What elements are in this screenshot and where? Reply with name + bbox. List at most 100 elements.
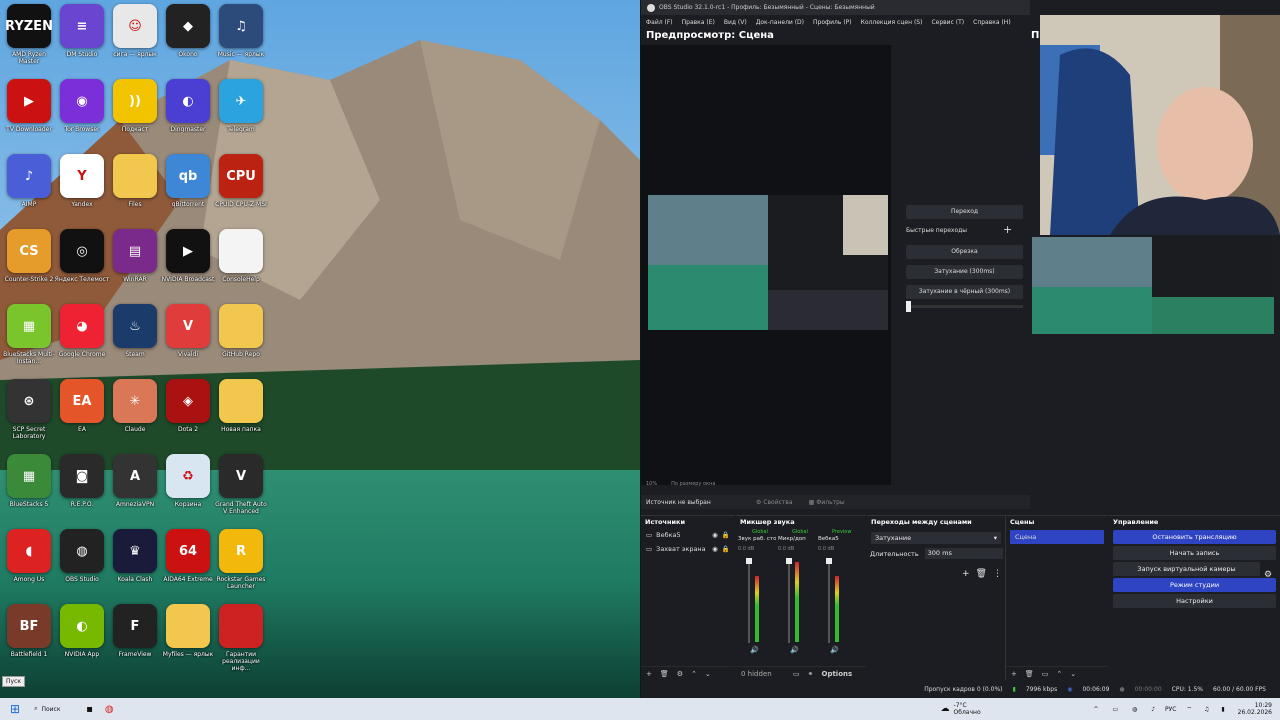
- desktop-icon[interactable]: ◐ NVIDIA App: [55, 604, 109, 676]
- desktop-icon[interactable]: ✈ Telegram: [214, 79, 268, 151]
- desktop-icon[interactable]: qb qBittorrent: [161, 154, 215, 226]
- mute-icon[interactable]: 🔊: [790, 646, 799, 654]
- transition-button[interactable]: Переход: [906, 205, 1023, 219]
- desktop-icon[interactable]: ▶ TV Downloader: [2, 79, 56, 151]
- desktop-icon[interactable]: R Rockstar Games Launcher: [214, 529, 268, 601]
- remove-scene-icon[interactable]: 🗑: [1025, 670, 1034, 678]
- filters-button[interactable]: ▦ Фильтры: [809, 499, 845, 506]
- desktop-icon[interactable]: ◐ Dingmaster: [161, 79, 215, 151]
- duration-input[interactable]: 300 ms: [924, 548, 1003, 559]
- lock-icon[interactable]: 🔒: [722, 531, 730, 539]
- desktop-icon[interactable]: ◉ Tor Browser: [55, 79, 109, 151]
- desktop-icon[interactable]: Y Yandex: [55, 154, 109, 226]
- desktop-icon[interactable]: ≡ DM Studio: [55, 4, 109, 76]
- desktop-icon[interactable]: BF Battlefield 1: [2, 604, 56, 676]
- weather-widget[interactable]: -7°C Облачно: [954, 702, 1004, 716]
- desktop-icon[interactable]: GitHub Repo: [214, 304, 268, 376]
- remove-transition-icon[interactable]: 🗑: [976, 569, 987, 579]
- desktop-icon[interactable]: A AmneziaVPN: [108, 454, 162, 526]
- desktop-icon[interactable]: ◖ Among Us: [2, 529, 56, 601]
- desktop-icon[interactable]: ▦ BlueStacks 5: [2, 454, 56, 526]
- mute-icon[interactable]: 🔊: [830, 646, 839, 654]
- desktop-icon[interactable]: ▦ BlueStacks Multi-Instan...: [2, 304, 56, 376]
- desktop-icon[interactable]: ◈ Dota 2: [161, 379, 215, 451]
- add-scene-icon[interactable]: +: [1011, 670, 1017, 678]
- source-item[interactable]: ▭ Захват экрана ◉ 🔒: [641, 542, 735, 556]
- lock-icon[interactable]: 🔒: [722, 545, 730, 553]
- task-view-icon[interactable]: ▪: [86, 704, 93, 715]
- desktop-icon[interactable]: Новая папка: [214, 379, 268, 451]
- volume-fader[interactable]: [828, 558, 830, 643]
- mixer-channel-name[interactable]: Микр/доп: [778, 536, 816, 542]
- desktop-icon[interactable]: ♪ AIMP: [2, 154, 56, 226]
- desktop-icon[interactable]: EA EA: [55, 379, 109, 451]
- eye-icon[interactable]: ◉: [712, 531, 718, 539]
- obs-taskbar-icon[interactable]: ◍: [105, 704, 114, 715]
- control-button[interactable]: Запуск виртуальной камеры: [1113, 562, 1260, 576]
- volume-fader[interactable]: [748, 558, 750, 643]
- transition-select[interactable]: Затухание ▾: [871, 532, 1001, 544]
- menu-item[interactable]: Файл (F): [646, 19, 673, 26]
- control-button[interactable]: Начать запись: [1113, 546, 1276, 560]
- desktop-icon[interactable]: V Vivaldi: [161, 304, 215, 376]
- desktop-icon[interactable]: ▤ WinRAR: [108, 229, 162, 301]
- eye-icon[interactable]: ◉: [712, 545, 718, 553]
- desktop-icon[interactable]: ◎ Яндекс Телемост: [55, 229, 109, 301]
- remove-source-icon[interactable]: 🗑: [660, 670, 669, 678]
- mixer-link-icon[interactable]: ⚭: [808, 670, 814, 678]
- hidden-count[interactable]: 0 hidden: [741, 670, 785, 678]
- desktop-icon[interactable]: ♨ Steam: [108, 304, 162, 376]
- fader-handle[interactable]: [826, 558, 832, 564]
- mute-icon[interactable]: 🔊: [750, 646, 759, 654]
- menu-item[interactable]: Док-панели (D): [756, 19, 804, 26]
- menu-item[interactable]: Коллекция сцен (S): [861, 19, 923, 26]
- menu-item[interactable]: Правка (E): [682, 19, 715, 26]
- control-button[interactable]: Настройки: [1113, 594, 1276, 608]
- desktop-icon[interactable]: ◙ R.E.P.O.: [55, 454, 109, 526]
- weather-icon[interactable]: ☁: [941, 704, 950, 714]
- desktop-icon[interactable]: 64 AIDA64 Extreme: [161, 529, 215, 601]
- fader-handle[interactable]: [746, 558, 752, 564]
- desktop-icon[interactable]: ◕ Google Chrome: [55, 304, 109, 376]
- move-down-icon[interactable]: ⌄: [705, 670, 711, 678]
- quick-transition-item[interactable]: Затухание в чёрный (300ms): [906, 285, 1023, 299]
- desktop-icon[interactable]: CS Counter-Strike 2: [2, 229, 56, 301]
- desktop-icon[interactable]: ♛ Koala Clash: [108, 529, 162, 601]
- scene-filter-icon[interactable]: ▭: [1042, 670, 1049, 678]
- desktop-icon[interactable]: Myfiles — ярлык: [161, 604, 215, 676]
- scene-down-icon[interactable]: ⌄: [1070, 670, 1076, 678]
- desktop-icon[interactable]: ◆ Okono: [161, 4, 215, 76]
- properties-button[interactable]: ⚙ Свойства: [756, 499, 793, 506]
- desktop-icon[interactable]: ⊛ SCP Secret Laboratory: [2, 379, 56, 451]
- zoom-level[interactable]: 10%: [646, 481, 657, 487]
- tray-icons[interactable]: ^ ▭ ◍ ♪: [1094, 706, 1161, 713]
- transition-more-icon[interactable]: ⋮: [993, 569, 1002, 579]
- transition-slider[interactable]: [906, 301, 1023, 312]
- system-icons[interactable]: ⌔ ♫ ▮: [1187, 705, 1230, 713]
- desktop-icon[interactable]: RYZEN AMD Ryzen Master: [2, 4, 56, 76]
- scene-item[interactable]: Сцена: [1010, 530, 1104, 544]
- desktop-icon[interactable]: )) Подкаст: [108, 79, 162, 151]
- menu-item[interactable]: Вид (V): [724, 19, 747, 26]
- source-settings-icon[interactable]: ⚙: [677, 670, 683, 678]
- volume-fader[interactable]: [788, 558, 790, 643]
- desktop-icon[interactable]: V Grand Theft Auto V Enhanced: [214, 454, 268, 526]
- control-button[interactable]: Остановить трансляцию: [1113, 530, 1276, 544]
- quick-transition-item[interactable]: Обрезка: [906, 245, 1023, 259]
- desktop-icon[interactable]: F FrameView: [108, 604, 162, 676]
- menu-item[interactable]: Профиль (P): [813, 19, 852, 26]
- move-up-icon[interactable]: ⌃: [691, 670, 697, 678]
- quick-transition-item[interactable]: Затухание (300ms): [906, 265, 1023, 279]
- start-button[interactable]: ⊞: [10, 702, 20, 716]
- mixer-channel-name[interactable]: Вебка5: [818, 536, 856, 542]
- mixer-layout-icon[interactable]: ▭: [793, 670, 800, 678]
- search-box[interactable]: ⌕ Поиск: [34, 705, 78, 713]
- desktop-icon[interactable]: ConsoleHelp: [214, 229, 268, 301]
- fader-handle[interactable]: [786, 558, 792, 564]
- desktop-icon[interactable]: CPU CPUID CPU-Z MSI: [214, 154, 268, 226]
- add-source-icon[interactable]: +: [646, 670, 652, 678]
- desktop-icon[interactable]: ◍ OBS Studio: [55, 529, 109, 601]
- desktop-icon[interactable]: ☺ сига — ярлык: [108, 4, 162, 76]
- mixer-channel-name[interactable]: Звук раб. стола: [738, 536, 776, 542]
- scene-up-icon[interactable]: ⌃: [1056, 670, 1062, 678]
